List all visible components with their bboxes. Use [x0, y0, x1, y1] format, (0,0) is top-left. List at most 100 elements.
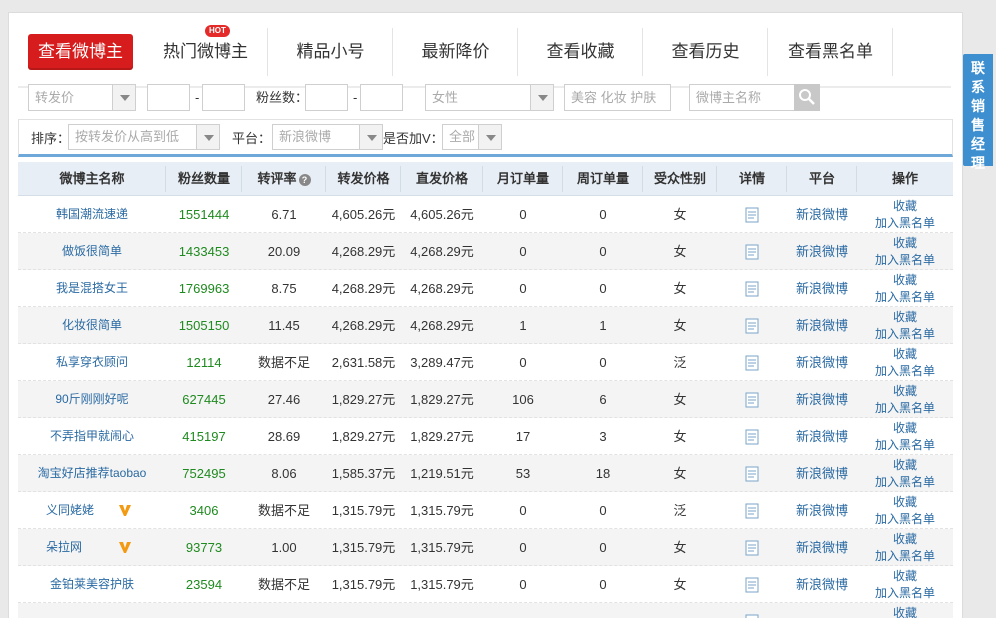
details-document-icon[interactable]	[745, 540, 759, 556]
details-document-icon[interactable]	[745, 614, 759, 618]
details-document-icon[interactable]	[745, 318, 759, 334]
cell-weekly-orders	[563, 603, 643, 618]
details-document-icon[interactable]	[745, 392, 759, 408]
add-to-blacklist-link[interactable]: 加入黑名单	[857, 363, 953, 380]
tab-blacklist[interactable]: 查看黑名单	[768, 28, 893, 76]
details-document-icon[interactable]	[745, 281, 759, 297]
cell-blogger-name[interactable]: 韩国潮流速递	[18, 196, 166, 233]
table-row: 做饭很简单 1433453 20.09 4,268.29元 4,268.29元 0 0 女 新浪…	[18, 233, 953, 270]
help-icon[interactable]: ?	[298, 173, 311, 186]
sort-select[interactable]: 按转发价从高到低	[68, 124, 220, 150]
cell-platform[interactable]: 新浪微博	[787, 381, 857, 418]
contact-sales-tab[interactable]: 联 系 销 售 经 理	[963, 54, 993, 171]
col-repost-price[interactable]: 转发价格	[326, 162, 401, 196]
cell-platform[interactable]: 新浪微博	[787, 196, 857, 233]
cell-platform[interactable]: 新浪微博	[787, 307, 857, 344]
fans-min-input[interactable]	[305, 84, 348, 111]
details-document-icon[interactable]	[745, 429, 759, 445]
tab-history[interactable]: 查看历史	[643, 28, 768, 76]
col-fans[interactable]: 粉丝数量	[166, 162, 242, 196]
add-to-blacklist-link[interactable]: 加入黑名单	[857, 474, 953, 491]
cell-platform[interactable]: 新浪微博	[787, 566, 857, 603]
tab-view-bloggers[interactable]: 查看微博主	[28, 34, 133, 70]
cell-blogger-name[interactable]: 淘宝好店推荐taobao	[18, 455, 166, 492]
favorite-link[interactable]: 收藏	[857, 346, 953, 363]
favorite-link[interactable]: 收藏	[857, 605, 953, 618]
col-direct-price[interactable]: 直发价格	[401, 162, 483, 196]
tab-price-drops[interactable]: 最新降价	[393, 28, 518, 76]
cell-weekly-orders: 18	[595, 466, 611, 481]
cell-blogger-name[interactable]: 90斤刚刚好呢	[18, 381, 166, 418]
add-to-blacklist-link[interactable]: 加入黑名单	[857, 252, 953, 269]
cell-rate: 1.00	[271, 540, 297, 555]
cell-platform[interactable]: 新浪微博	[787, 344, 857, 381]
details-document-icon[interactable]	[745, 466, 759, 482]
details-document-icon[interactable]	[745, 207, 759, 223]
cell-blogger-name[interactable]	[18, 603, 166, 618]
favorite-link[interactable]: 收藏	[857, 309, 953, 326]
cell-platform[interactable]: 新浪微博	[787, 233, 857, 270]
favorite-link[interactable]: 收藏	[857, 568, 953, 585]
add-to-blacklist-link[interactable]: 加入黑名单	[857, 437, 953, 454]
tab-favorites[interactable]: 查看收藏	[518, 28, 643, 76]
cell-platform[interactable]: 新浪微博	[787, 418, 857, 455]
cell-blogger-name[interactable]: 金铂莱美容护肤	[18, 566, 166, 603]
favorite-link[interactable]: 收藏	[857, 235, 953, 252]
add-to-blacklist-link[interactable]: 加入黑名单	[857, 548, 953, 565]
cell-platform[interactable]: 新浪微博	[787, 455, 857, 492]
cell-gender: 女	[673, 281, 687, 296]
price-min-input[interactable]	[147, 84, 190, 111]
cell-platform[interactable]: 新浪微博	[787, 529, 857, 566]
cell-operations: 收藏加入黑名单	[857, 529, 953, 566]
fans-max-input[interactable]	[360, 84, 403, 111]
cell-gender: 女	[673, 392, 687, 407]
col-rate[interactable]: 转评率?	[242, 162, 326, 196]
add-to-blacklist-link[interactable]: 加入黑名单	[857, 215, 953, 232]
search-button[interactable]	[794, 84, 820, 111]
blogger-name-input[interactable]: 微博主名称	[689, 84, 795, 111]
add-to-blacklist-link[interactable]: 加入黑名单	[857, 326, 953, 343]
add-to-blacklist-link[interactable]: 加入黑名单	[857, 511, 953, 528]
price-type-select[interactable]: 转发价	[28, 84, 136, 111]
add-to-blacklist-link[interactable]: 加入黑名单	[857, 400, 953, 417]
col-monthly-orders[interactable]: 月订单量	[483, 162, 563, 196]
col-gender[interactable]: 受众性别	[643, 162, 717, 196]
favorite-link[interactable]: 收藏	[857, 420, 953, 437]
add-to-blacklist-link[interactable]: 加入黑名单	[857, 289, 953, 306]
verified-select[interactable]: 全部	[442, 124, 502, 150]
favorite-link[interactable]: 收藏	[857, 383, 953, 400]
cell-platform[interactable]: 新浪微博	[787, 270, 857, 307]
cell-blogger-name[interactable]: 做饭很简单	[18, 233, 166, 270]
col-name[interactable]: 微博主名称	[18, 162, 166, 196]
cell-operations: 收藏加入黑名单	[857, 455, 953, 492]
tab-premium-accounts[interactable]: 精品小号	[268, 28, 393, 76]
platform-select[interactable]: 新浪微博	[272, 124, 383, 150]
cell-platform[interactable]: 新浪微博	[787, 492, 857, 529]
favorite-link[interactable]: 收藏	[857, 531, 953, 548]
favorite-link[interactable]: 收藏	[857, 272, 953, 289]
favorite-link[interactable]: 收藏	[857, 198, 953, 215]
cell-platform[interactable]	[787, 603, 857, 618]
gender-select[interactable]: 女性	[425, 84, 554, 111]
cell-blogger-name[interactable]: 私享穿衣顾问	[18, 344, 166, 381]
cell-blogger-name[interactable]: 义同姥姥	[18, 492, 166, 529]
details-document-icon[interactable]	[745, 355, 759, 371]
tab-hot-bloggers[interactable]: 热门微博主 HOT	[143, 25, 268, 76]
add-to-blacklist-link[interactable]: 加入黑名单	[857, 585, 953, 602]
cell-blogger-name[interactable]: 我是混搭女王	[18, 270, 166, 307]
cell-blogger-name[interactable]: 化妆很简单	[18, 307, 166, 344]
details-document-icon[interactable]	[745, 244, 759, 260]
details-document-icon[interactable]	[745, 503, 759, 519]
col-weekly-orders[interactable]: 周订单量	[563, 162, 643, 196]
bloggers-table: 微博主名称 粉丝数量 转评率? 转发价格 直发价格 月订单量 周订单量 受众性别…	[18, 162, 953, 618]
cell-weekly-orders: 3	[599, 429, 607, 444]
tags-input[interactable]: 美容 化妆 护肤	[564, 84, 671, 111]
table-header: 微博主名称 粉丝数量 转评率? 转发价格 直发价格 月订单量 周订单量 受众性别…	[18, 162, 953, 196]
favorite-link[interactable]: 收藏	[857, 494, 953, 511]
cell-blogger-name[interactable]: 朵拉网	[18, 529, 166, 566]
price-max-input[interactable]	[202, 84, 245, 111]
favorite-link[interactable]: 收藏	[857, 457, 953, 474]
details-document-icon[interactable]	[745, 577, 759, 593]
cell-rate: 11.45	[268, 318, 300, 333]
cell-blogger-name[interactable]: 不弄指甲就闹心	[18, 418, 166, 455]
